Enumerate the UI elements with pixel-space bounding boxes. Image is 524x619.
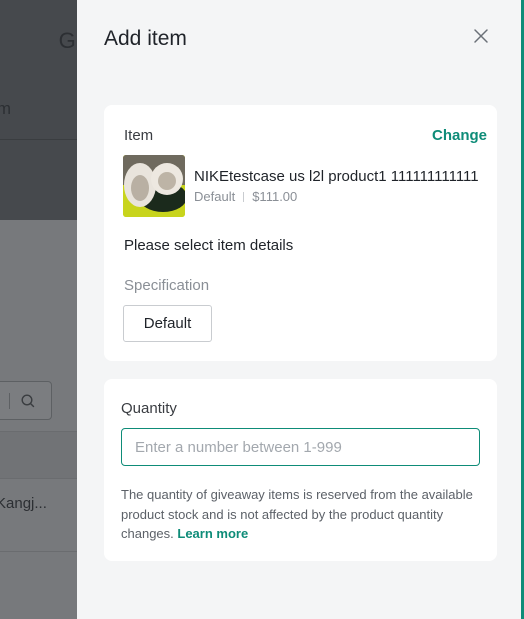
background-table-cell: Kangj...	[0, 495, 47, 512]
quantity-help-body: The quantity of giveaway items is reserv…	[121, 487, 473, 541]
background-table-line	[0, 551, 77, 552]
search-icon	[21, 394, 35, 408]
product-meta: Default $111.00	[194, 189, 297, 204]
meta-separator	[243, 192, 245, 202]
background-page-title: Giveaway	[58, 28, 77, 53]
close-icon[interactable]	[472, 27, 490, 45]
background-table-header	[0, 432, 77, 478]
item-card: Item Change NIKEtestcase us l2l product1…	[104, 105, 497, 361]
add-item-drawer: Add item Item Change NIKEtestcase us l2l…	[77, 0, 524, 619]
background-search-separator	[9, 393, 10, 409]
quantity-card: Quantity The quantity of giveaway items …	[104, 379, 497, 561]
product-name: NIKEtestcase us l2l product1 11111111111…	[194, 168, 479, 185]
background-search-box	[0, 381, 52, 420]
quantity-help-text: The quantity of giveaway items is reserv…	[121, 485, 476, 544]
specification-option-default[interactable]: Default	[123, 305, 212, 342]
product-image	[123, 155, 185, 217]
background-header: Giveaway Item	[0, 0, 77, 220]
change-item-link[interactable]: Change	[432, 127, 487, 144]
product-thumbnail	[123, 155, 185, 217]
quantity-label: Quantity	[121, 400, 177, 417]
background-tab-item: Item	[0, 99, 12, 118]
quantity-input[interactable]	[121, 428, 480, 466]
item-details-heading: Please select item details	[124, 237, 294, 254]
specification-label: Specification	[124, 277, 210, 294]
background-page: Giveaway Item Kangj...	[0, 0, 77, 619]
drawer-title: Add item	[104, 27, 187, 50]
background-divider	[0, 139, 77, 140]
item-label: Item	[124, 127, 154, 144]
product-variant: Default	[194, 189, 236, 204]
background-table-line	[0, 478, 77, 479]
learn-more-link[interactable]: Learn more	[177, 526, 248, 541]
product-price: $111.00	[252, 189, 298, 204]
